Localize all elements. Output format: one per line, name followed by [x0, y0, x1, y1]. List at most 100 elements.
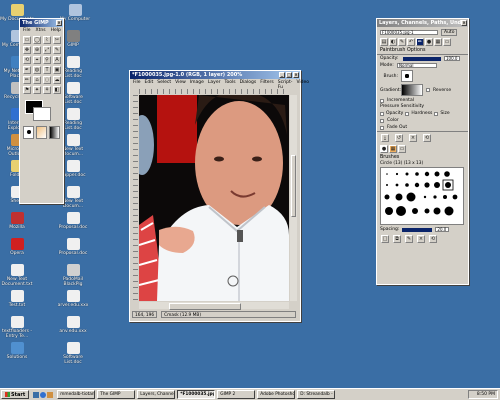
tool-icon[interactable]: ⌇: [43, 36, 51, 44]
menu-item[interactable]: Help: [51, 28, 61, 33]
gradients-tab-icon[interactable]: ▭: [443, 38, 451, 46]
image-window-title-bar[interactable]: *F1000035.jpg-1.0 (RGB, 1 layer) 200% _ …: [130, 71, 300, 79]
mode-select[interactable]: Normal: [397, 63, 437, 68]
color-checkbox[interactable]: [380, 118, 384, 123]
taskbar-button[interactable]: D: Streandalb - Te...: [297, 390, 336, 399]
image-select[interactable]: F1000035.jpg-1: [380, 30, 438, 35]
patterns-icon[interactable]: ▦: [389, 145, 397, 153]
refresh-brush-icon[interactable]: ⟲: [429, 235, 437, 243]
incremental-checkbox[interactable]: [380, 98, 384, 103]
desktop-icon[interactable]: PadoMail BlackPig: [56, 264, 90, 287]
brush-preview[interactable]: [401, 70, 413, 82]
new-brush-icon[interactable]: □: [381, 235, 389, 243]
tool-icon[interactable]: ⌖: [33, 56, 41, 64]
desktop-icon[interactable]: textfloaders - Entry Te...: [0, 316, 34, 339]
tool-icon[interactable]: ▣: [53, 66, 61, 74]
color-swatches[interactable]: [23, 100, 60, 122]
close-icon[interactable]: ×: [56, 20, 62, 26]
taskbar-button[interactable]: *F1000035.jpg: [177, 390, 216, 399]
taskbar-button[interactable]: mmedalb-tiotani: [57, 390, 96, 399]
taskbar-button[interactable]: Layers, Channel...: [137, 390, 176, 399]
background-color[interactable]: [33, 107, 51, 121]
delete-brush-icon[interactable]: ×: [417, 235, 425, 243]
desktop-icon[interactable]: Test.txt: [0, 290, 34, 308]
tool-icon[interactable]: ▭: [23, 36, 31, 44]
desktop-icon[interactable]: New Text Document.txt: [0, 264, 34, 287]
outlook-icon[interactable]: [47, 391, 54, 398]
desktop-icon[interactable]: arver.edu.xxx: [56, 290, 90, 308]
brush-grid[interactable]: [380, 167, 464, 225]
desktop-icon[interactable]: Software List.doc: [56, 342, 90, 365]
gradient-indicator[interactable]: [49, 126, 60, 139]
tool-icon[interactable]: ◯: [33, 36, 41, 44]
maximize-icon[interactable]: □: [286, 72, 292, 78]
desktop-icon[interactable]: [33, 391, 40, 398]
reverse-checkbox[interactable]: [426, 88, 430, 92]
menu-item[interactable]: Video: [296, 80, 309, 90]
opacity-value[interactable]: 100.0: [444, 56, 460, 61]
close-icon[interactable]: ×: [461, 20, 467, 26]
tool-icon[interactable]: ◍: [33, 66, 41, 74]
restore-options-icon[interactable]: ↺: [395, 134, 403, 142]
tool-icon[interactable]: ✒: [23, 66, 31, 74]
tool-icon[interactable]: A: [53, 56, 61, 64]
desktop-icon[interactable]: Proposal.doc: [56, 212, 90, 230]
vertical-scrollbar[interactable]: [290, 95, 297, 301]
delete-options-icon[interactable]: ×: [409, 134, 417, 142]
gradients-icon[interactable]: ▭: [398, 145, 406, 153]
tool-options-tab-icon[interactable]: ✏: [416, 38, 424, 46]
tool-icon[interactable]: ◌: [43, 76, 51, 84]
tool-icon[interactable]: ✏: [23, 76, 31, 84]
taskbar-button[interactable]: Adobe Photoshop: [257, 390, 296, 399]
fade-out-checkbox[interactable]: [380, 125, 384, 130]
layers-dialog-title-bar[interactable]: Layers, Channels, Paths, Undo ×: [377, 19, 468, 27]
pressure-size-checkbox[interactable]: [434, 111, 439, 116]
brush-indicator[interactable]: [23, 126, 34, 139]
desktop-icon[interactable]: Opera: [0, 238, 34, 256]
horizontal-scrollbar[interactable]: [139, 302, 289, 310]
brushes-icon[interactable]: ●: [380, 145, 388, 153]
auto-button[interactable]: Auto: [441, 29, 458, 36]
vertical-ruler[interactable]: [133, 95, 138, 300]
paths-tab-icon[interactable]: ✎: [398, 38, 406, 46]
horizontal-ruler[interactable]: [139, 89, 289, 94]
layers-tab-icon[interactable]: ▤: [380, 38, 388, 46]
pressure-hardness-checkbox[interactable]: [405, 111, 410, 116]
gradient-preview[interactable]: [401, 84, 423, 96]
spacing-value[interactable]: 20.0: [435, 227, 450, 232]
tool-icon[interactable]: ⚲: [43, 56, 51, 64]
tool-icon[interactable]: ✥: [23, 46, 31, 54]
menu-item[interactable]: File: [23, 28, 31, 33]
desktop-icon[interactable]: Solutions: [0, 342, 34, 360]
tool-icon[interactable]: ✎: [53, 46, 61, 54]
duplicate-brush-icon[interactable]: ⧉: [393, 235, 401, 243]
pressure-opacity-checkbox[interactable]: [380, 111, 384, 116]
close-icon[interactable]: ×: [293, 72, 299, 78]
brushes-tab-icon[interactable]: ●: [425, 38, 433, 46]
start-button[interactable]: Start: [1, 390, 30, 399]
channels-tab-icon[interactable]: ◐: [389, 38, 397, 46]
tool-icon[interactable]: ⌂: [33, 76, 41, 84]
desktop-icon[interactable]: Proposal.doc: [56, 238, 90, 256]
toolbox-title-bar[interactable]: The GIMP ×: [20, 19, 63, 27]
tool-icon[interactable]: ◧: [53, 86, 61, 94]
tool-icon[interactable]: ✂: [53, 36, 61, 44]
tool-icon[interactable]: ✦: [33, 86, 41, 94]
opacity-slider[interactable]: [403, 56, 441, 61]
image-canvas[interactable]: [139, 95, 289, 301]
tool-icon[interactable]: ⊕: [33, 46, 41, 54]
spacing-slider[interactable]: [402, 227, 433, 232]
tool-icon[interactable]: ⤢: [43, 46, 51, 54]
undo-tab-icon[interactable]: ↶: [407, 38, 415, 46]
edit-brush-icon[interactable]: ✎: [405, 235, 413, 243]
taskbar-button[interactable]: GIMP 2: [217, 390, 256, 399]
save-options-icon[interactable]: ⤓: [381, 134, 389, 142]
patterns-tab-icon[interactable]: ▦: [434, 38, 442, 46]
menu-item[interactable]: Xtns: [36, 28, 46, 33]
reset-options-icon[interactable]: ⟲: [423, 134, 431, 142]
tool-icon[interactable]: ☁: [53, 76, 61, 84]
pattern-indicator[interactable]: [36, 126, 47, 139]
tool-icon[interactable]: T: [43, 66, 51, 74]
ie-icon[interactable]: [40, 391, 47, 398]
tool-icon[interactable]: ⚘: [43, 86, 51, 94]
